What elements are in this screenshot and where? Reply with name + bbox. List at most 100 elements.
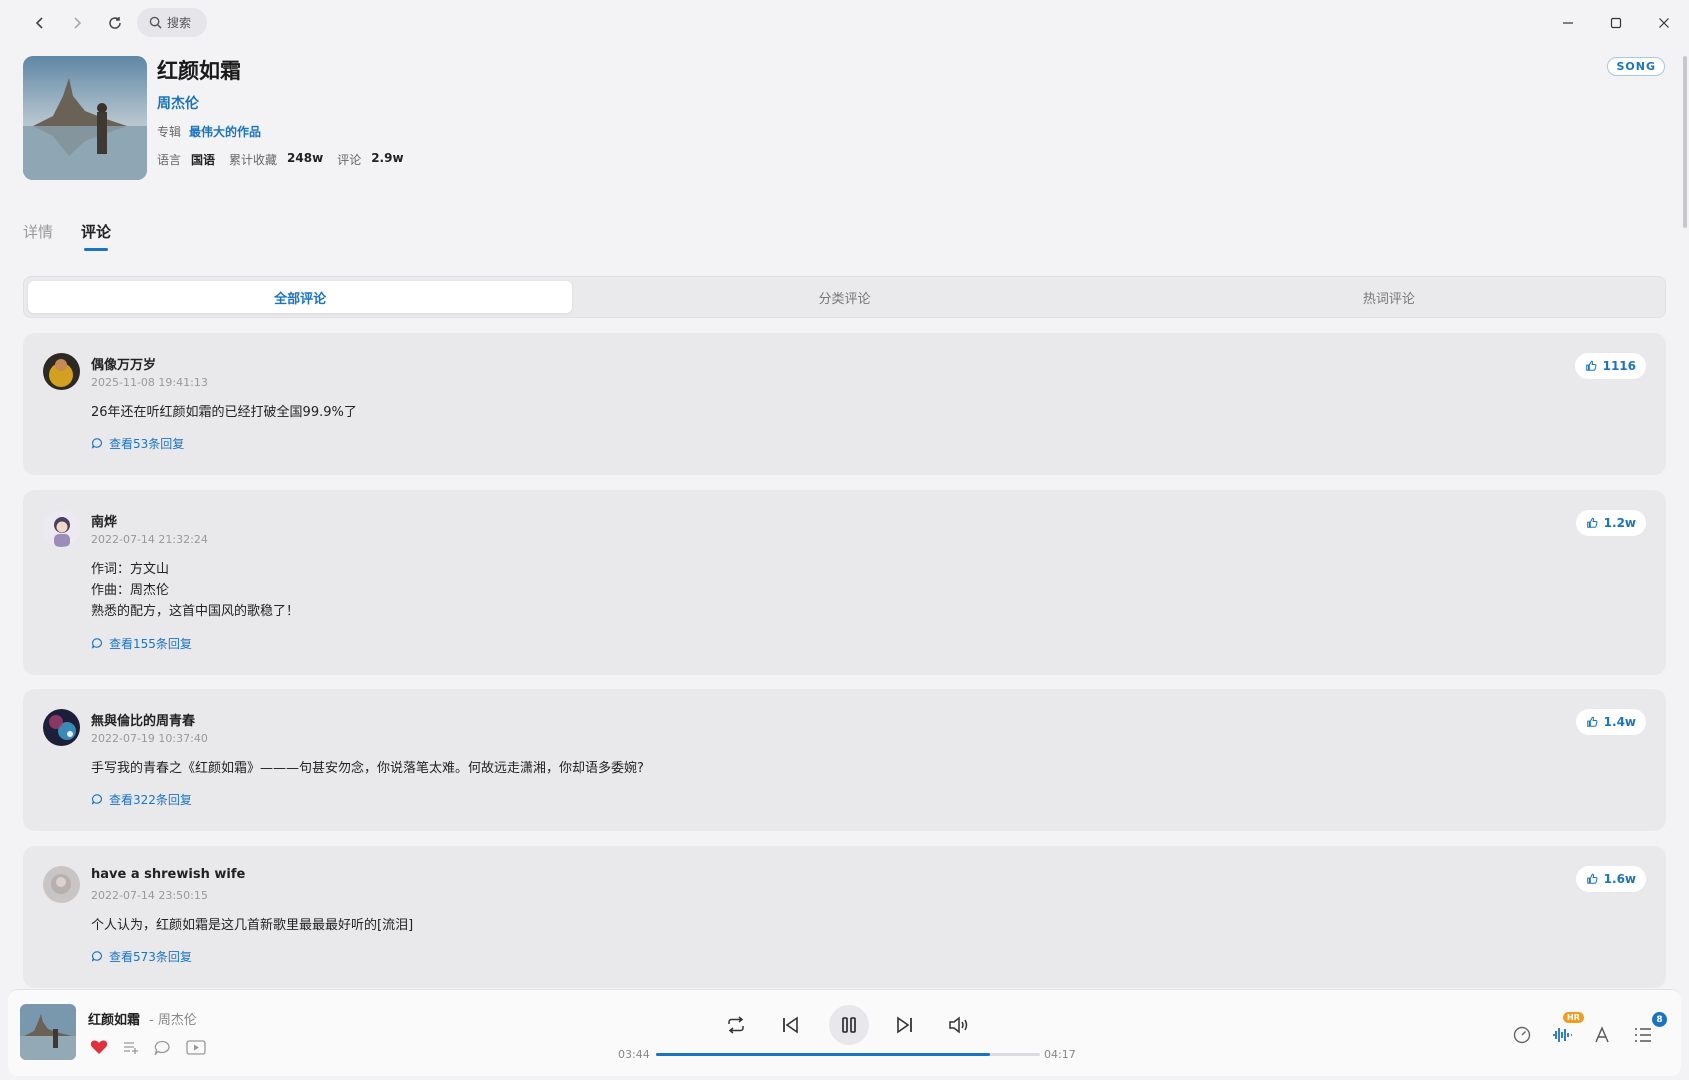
speed-button[interactable] <box>1510 1023 1534 1047</box>
now-playing-cover[interactable] <box>20 1004 76 1060</box>
scrollbar-thumb[interactable] <box>1683 56 1687 228</box>
segment-all-comments[interactable]: 全部评论 <box>28 281 573 313</box>
album-cover <box>23 56 147 180</box>
view-replies-label: 查看573条回复 <box>109 950 192 964</box>
album-link[interactable]: 最伟大的作品 <box>189 125 261 139</box>
song-artist-link[interactable]: 周杰伦 <box>157 93 199 113</box>
comment-timestamp: 2025-11-08 19:41:13 <box>91 376 208 389</box>
like-count: 1.2w <box>1603 516 1636 530</box>
chat-bubble-icon <box>91 638 103 649</box>
comment-text: 作词：方文山 作曲：周杰伦 熟悉的配方，这首中国风的歌稳了！ <box>91 559 299 622</box>
playlist-queue-button[interactable] <box>1631 1023 1655 1047</box>
back-button[interactable] <box>29 12 51 34</box>
search-input[interactable]: 搜索 <box>137 8 207 37</box>
thumbs-up-icon <box>1585 360 1597 371</box>
comments-label: 评论 <box>337 153 362 167</box>
comment-card: 無與倫比的周青春 2022-07-19 10:37:40 手写我的青春之《红颜如… <box>23 689 1666 831</box>
avatar[interactable] <box>43 709 80 746</box>
avatar[interactable] <box>43 510 80 547</box>
view-replies-label: 查看53条回复 <box>109 437 185 451</box>
view-replies-link[interactable]: 查看573条回复 <box>91 948 192 965</box>
like-button[interactable]: 1116 <box>1574 353 1646 379</box>
volume-icon <box>949 1016 968 1034</box>
comment-timestamp: 2022-07-14 21:32:24 <box>91 533 208 546</box>
comments-value: 2.9w <box>371 151 404 165</box>
comment-card: 偶像万万岁 2025-11-08 19:41:13 26年还在听红颜如霜的已经打… <box>23 333 1666 475</box>
avatar[interactable] <box>43 353 80 390</box>
view-replies-link[interactable]: 查看53条回复 <box>91 435 184 452</box>
forward-button[interactable] <box>66 12 88 34</box>
favorites-label: 累计收藏 <box>229 153 278 167</box>
like-button[interactable]: 1.4w <box>1575 709 1646 735</box>
comment-line: 作词：方文山 <box>91 562 170 577</box>
progress-fill <box>656 1053 991 1056</box>
comment-username[interactable]: 南烨 <box>91 511 117 530</box>
search-placeholder: 搜索 <box>167 16 192 30</box>
chevron-right-icon <box>74 17 82 29</box>
tab-comments[interactable]: 评论 <box>81 221 111 242</box>
maximize-button[interactable] <box>1605 12 1627 34</box>
thumbs-up-icon <box>1586 716 1598 727</box>
active-tab-indicator <box>84 248 108 251</box>
view-replies-link[interactable]: 查看322条回复 <box>91 791 192 808</box>
now-playing-artist-name: 周杰伦 <box>157 1013 197 1028</box>
chevron-left-icon <box>35 17 43 29</box>
comment-timestamp: 2022-07-19 10:37:40 <box>91 732 208 745</box>
progress-slider[interactable] <box>656 1053 1040 1056</box>
heart-icon[interactable] <box>90 1039 108 1055</box>
comment-text: 手写我的青春之《红颜如霜》———句甚安勿念，你说落笔太难。何故远走潇湘，你却语多… <box>91 758 644 779</box>
comment-timestamp: 2022-07-14 23:50:15 <box>91 889 208 902</box>
comment-username[interactable]: 偶像万万岁 <box>91 354 156 373</box>
like-button[interactable]: 1.6w <box>1575 866 1646 892</box>
album-row: 专辑 最伟大的作品 <box>157 123 261 140</box>
avatar[interactable] <box>43 866 80 903</box>
sound-quality-button[interactable] <box>1550 1023 1574 1047</box>
comment-username[interactable]: 無與倫比的周青春 <box>91 710 195 729</box>
minimize-button[interactable] <box>1557 12 1579 34</box>
album-label: 专辑 <box>157 125 182 139</box>
gauge-icon <box>1513 1026 1531 1044</box>
lyrics-button[interactable] <box>1591 1023 1615 1047</box>
comment-card: 南烨 2022-07-14 21:32:24 作词：方文山 作曲：周杰伦 熟悉的… <box>23 490 1666 675</box>
now-playing-title[interactable]: 红颜如霜 <box>88 1009 140 1028</box>
comment-card: have a shrewish wife 2022-07-14 23:50:15… <box>23 846 1666 988</box>
queue-icon <box>1635 1028 1651 1042</box>
like-button[interactable]: 1.2w <box>1575 510 1646 536</box>
chat-bubble-icon <box>91 951 103 962</box>
now-playing-actions <box>90 1039 206 1055</box>
player-bar: 红颜如霜 - 周杰伦 03:44 04:17 HR 8 <box>8 989 1681 1076</box>
tab-details[interactable]: 详情 <box>23 221 53 242</box>
song-type-badge: SONG <box>1607 57 1665 76</box>
comment-line: 手写我的青春之《红颜如霜》———句甚安勿念，你说落笔太难。何故远走潇湘，你却语多… <box>91 761 644 776</box>
comment-icon[interactable] <box>154 1040 171 1055</box>
comment-text: 26年还在听红颜如霜的已经打破全国99.9%了 <box>91 402 357 423</box>
next-button[interactable] <box>890 1010 920 1040</box>
like-count: 1.4w <box>1603 715 1636 729</box>
sound-wave-icon <box>1553 1028 1572 1042</box>
refresh-button[interactable] <box>104 12 126 34</box>
close-button[interactable] <box>1653 12 1675 34</box>
volume-button[interactable] <box>944 1010 974 1040</box>
repeat-button[interactable] <box>721 1010 751 1040</box>
segment-hotword-comments[interactable]: 热词评论 <box>1117 281 1661 313</box>
view-replies-link[interactable]: 查看155条回复 <box>91 635 192 652</box>
skip-previous-icon <box>783 1016 798 1034</box>
language-label: 语言 <box>157 153 182 167</box>
pause-icon <box>842 1017 856 1033</box>
add-to-playlist-icon[interactable] <box>123 1040 139 1054</box>
favorites-value: 248w <box>287 151 324 165</box>
queue-count-badge: 8 <box>1652 1012 1667 1027</box>
title-bar: 搜索 <box>0 0 1689 46</box>
pause-button[interactable] <box>829 1005 869 1045</box>
previous-button[interactable] <box>775 1010 805 1040</box>
comment-filter: 全部评论 分类评论 热词评论 <box>23 276 1666 318</box>
segment-category-comments[interactable]: 分类评论 <box>572 281 1116 313</box>
language-value: 国语 <box>191 153 216 167</box>
minimize-icon <box>1563 22 1573 24</box>
comment-line: 熟悉的配方，这首中国风的歌稳了！ <box>91 604 300 619</box>
video-icon[interactable] <box>186 1039 206 1055</box>
comment-line: 作曲：周杰伦 <box>91 583 170 598</box>
comment-username[interactable]: have a shrewish wife <box>91 867 245 882</box>
comment-line: 26年还在听红颜如霜的已经打破全国99.9%了 <box>91 405 357 420</box>
now-playing-artist[interactable]: - 周杰伦 <box>149 1009 197 1028</box>
